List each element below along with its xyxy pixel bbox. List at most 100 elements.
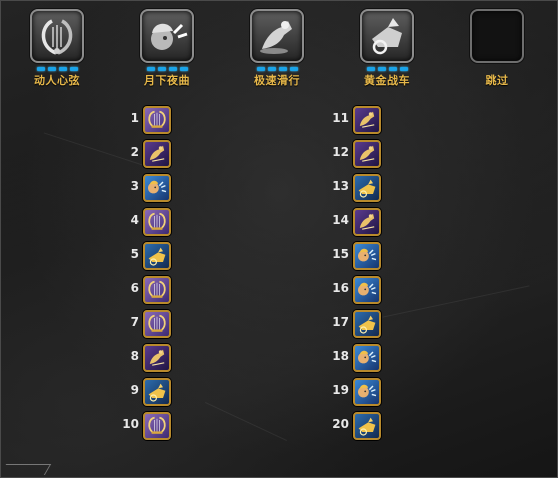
skill-order-row: 16 bbox=[313, 275, 393, 309]
level-pip bbox=[256, 67, 265, 71]
skill-order-column-right: 11 12 13 14 15 16 17 18 19 20 bbox=[313, 105, 393, 445]
level-pip bbox=[69, 67, 78, 71]
serenade-icon[interactable] bbox=[353, 344, 381, 372]
level-pip bbox=[168, 67, 177, 71]
level-number: 16 bbox=[332, 281, 349, 295]
skill-label: 极速滑行 bbox=[254, 74, 300, 87]
level-number: 20 bbox=[332, 417, 349, 431]
skill-chariot-button[interactable] bbox=[360, 9, 414, 63]
level-number: 3 bbox=[130, 179, 139, 193]
skill-order-row: 19 bbox=[313, 377, 393, 411]
skill-serenade-button[interactable] bbox=[140, 9, 194, 63]
glide-icon[interactable] bbox=[143, 140, 171, 168]
skill-level-pips bbox=[125, 67, 209, 71]
skill-order-row: 2 bbox=[103, 139, 183, 173]
level-number: 11 bbox=[332, 111, 349, 125]
skill-chariot: 黄金战车 bbox=[345, 9, 429, 88]
skill-label: 动人心弦 bbox=[34, 74, 80, 87]
lyre-icon[interactable] bbox=[143, 208, 171, 236]
skill-skip: 跳过 bbox=[455, 9, 539, 88]
skill-build-panel: 动人心弦 月下夜曲 极速滑行 黄金战车 跳过 1 2 3 4 5 6 7 8 9 10 11 12 13 14 1… bbox=[0, 0, 558, 478]
skill-order-column-left: 1 2 3 4 5 6 7 8 9 10 bbox=[103, 105, 183, 445]
level-pip bbox=[58, 67, 67, 71]
glide-icon[interactable] bbox=[353, 106, 381, 134]
level-pip bbox=[289, 67, 298, 71]
skill-order-row: 5 bbox=[103, 241, 183, 275]
level-number: 4 bbox=[130, 213, 139, 227]
lyre-icon[interactable] bbox=[143, 276, 171, 304]
level-number: 12 bbox=[332, 145, 349, 159]
skill-order-row: 3 bbox=[103, 173, 183, 207]
level-number: 14 bbox=[332, 213, 349, 227]
skill-level-pips bbox=[15, 67, 99, 71]
texture-crack bbox=[382, 285, 530, 318]
skill-order-row: 14 bbox=[313, 207, 393, 241]
chariot-icon[interactable] bbox=[143, 378, 171, 406]
level-pip bbox=[157, 67, 166, 71]
chariot-icon[interactable] bbox=[353, 174, 381, 202]
skill-order-row: 6 bbox=[103, 275, 183, 309]
skill-glide: 极速滑行 bbox=[235, 9, 319, 88]
glide-icon[interactable] bbox=[143, 344, 171, 372]
skill-order-row: 13 bbox=[313, 173, 393, 207]
level-pip bbox=[146, 67, 155, 71]
skill-level-pips bbox=[235, 67, 319, 71]
skill-order-row: 18 bbox=[313, 343, 393, 377]
level-number: 17 bbox=[332, 315, 349, 329]
level-number: 7 bbox=[130, 315, 139, 329]
skill-order-row: 15 bbox=[313, 241, 393, 275]
chariot-icon[interactable] bbox=[353, 412, 381, 440]
skill-lyre: 动人心弦 bbox=[15, 9, 99, 88]
skill-label: 黄金战车 bbox=[364, 74, 410, 87]
chariot-icon[interactable] bbox=[143, 242, 171, 270]
corner-decoration bbox=[0, 464, 52, 475]
level-number: 10 bbox=[122, 417, 139, 431]
level-pip bbox=[366, 67, 375, 71]
level-pip bbox=[388, 67, 397, 71]
skip-button[interactable] bbox=[470, 9, 524, 63]
serenade-icon[interactable] bbox=[353, 378, 381, 406]
skill-order-row: 8 bbox=[103, 343, 183, 377]
skill-glide-button[interactable] bbox=[250, 9, 304, 63]
level-number: 8 bbox=[130, 349, 139, 363]
glide-icon[interactable] bbox=[353, 140, 381, 168]
level-pip bbox=[267, 67, 276, 71]
level-pip bbox=[47, 67, 56, 71]
level-number: 15 bbox=[332, 247, 349, 261]
level-number: 18 bbox=[332, 349, 349, 363]
texture-crack bbox=[205, 402, 287, 441]
skill-order-row: 20 bbox=[313, 411, 393, 445]
level-pip bbox=[399, 67, 408, 71]
skill-order-row: 11 bbox=[313, 105, 393, 139]
level-pip bbox=[36, 67, 45, 71]
chariot-icon[interactable] bbox=[353, 310, 381, 338]
serenade-icon[interactable] bbox=[143, 174, 171, 202]
skill-order-row: 7 bbox=[103, 309, 183, 343]
level-pip bbox=[377, 67, 386, 71]
skill-label: 月下夜曲 bbox=[144, 74, 190, 87]
level-number: 6 bbox=[130, 281, 139, 295]
level-number: 1 bbox=[130, 111, 139, 125]
glide-icon[interactable] bbox=[353, 208, 381, 236]
skill-order-row: 1 bbox=[103, 105, 183, 139]
skill-serenade: 月下夜曲 bbox=[125, 9, 209, 88]
level-number: 9 bbox=[130, 383, 139, 397]
level-number: 5 bbox=[130, 247, 139, 261]
skill-label: 跳过 bbox=[485, 74, 509, 87]
lyre-icon[interactable] bbox=[143, 310, 171, 338]
skill-order-row: 9 bbox=[103, 377, 183, 411]
lyre-icon[interactable] bbox=[143, 106, 171, 134]
lyre-icon[interactable] bbox=[143, 412, 171, 440]
skill-order-row: 10 bbox=[103, 411, 183, 445]
skill-lyre-button[interactable] bbox=[30, 9, 84, 63]
level-number: 13 bbox=[332, 179, 349, 193]
serenade-icon[interactable] bbox=[353, 242, 381, 270]
level-number: 2 bbox=[130, 145, 139, 159]
level-pip bbox=[179, 67, 188, 71]
level-pip bbox=[278, 67, 287, 71]
skill-order-row: 12 bbox=[313, 139, 393, 173]
skill-order-row: 17 bbox=[313, 309, 393, 343]
serenade-icon[interactable] bbox=[353, 276, 381, 304]
level-number: 19 bbox=[332, 383, 349, 397]
skill-order-row: 4 bbox=[103, 207, 183, 241]
